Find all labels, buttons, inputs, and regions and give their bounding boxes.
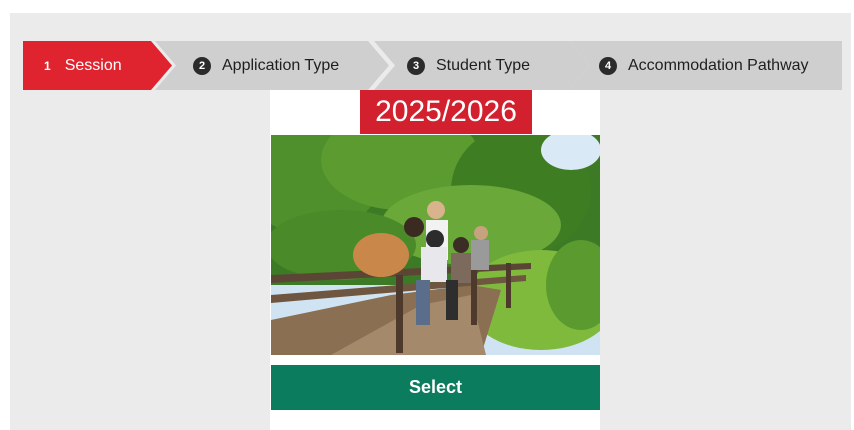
step-number: 4 <box>599 56 617 75</box>
session-year-badge: 2025/2026 <box>360 90 532 134</box>
select-button[interactable]: Select <box>271 365 600 410</box>
step-label: Session <box>64 56 122 74</box>
step-number: 2 <box>193 56 211 75</box>
step-label: Student Type <box>436 56 530 74</box>
session-photo <box>271 135 600 355</box>
progress-steps: 1 Session 2 Application Type 3 Student T… <box>23 41 842 90</box>
step-number: 3 <box>407 56 425 75</box>
step-number: 1 <box>44 58 51 73</box>
step-label: Accommodation Pathway <box>628 56 809 74</box>
step-student-type[interactable]: 3 Student Type <box>374 41 594 90</box>
step-application-type[interactable]: 2 Application Type <box>155 41 395 90</box>
step-accommodation-pathway[interactable]: 4 Accommodation Pathway <box>569 41 842 90</box>
step-label: Application Type <box>222 56 340 74</box>
session-card: 2025/2026 Select <box>270 90 600 430</box>
